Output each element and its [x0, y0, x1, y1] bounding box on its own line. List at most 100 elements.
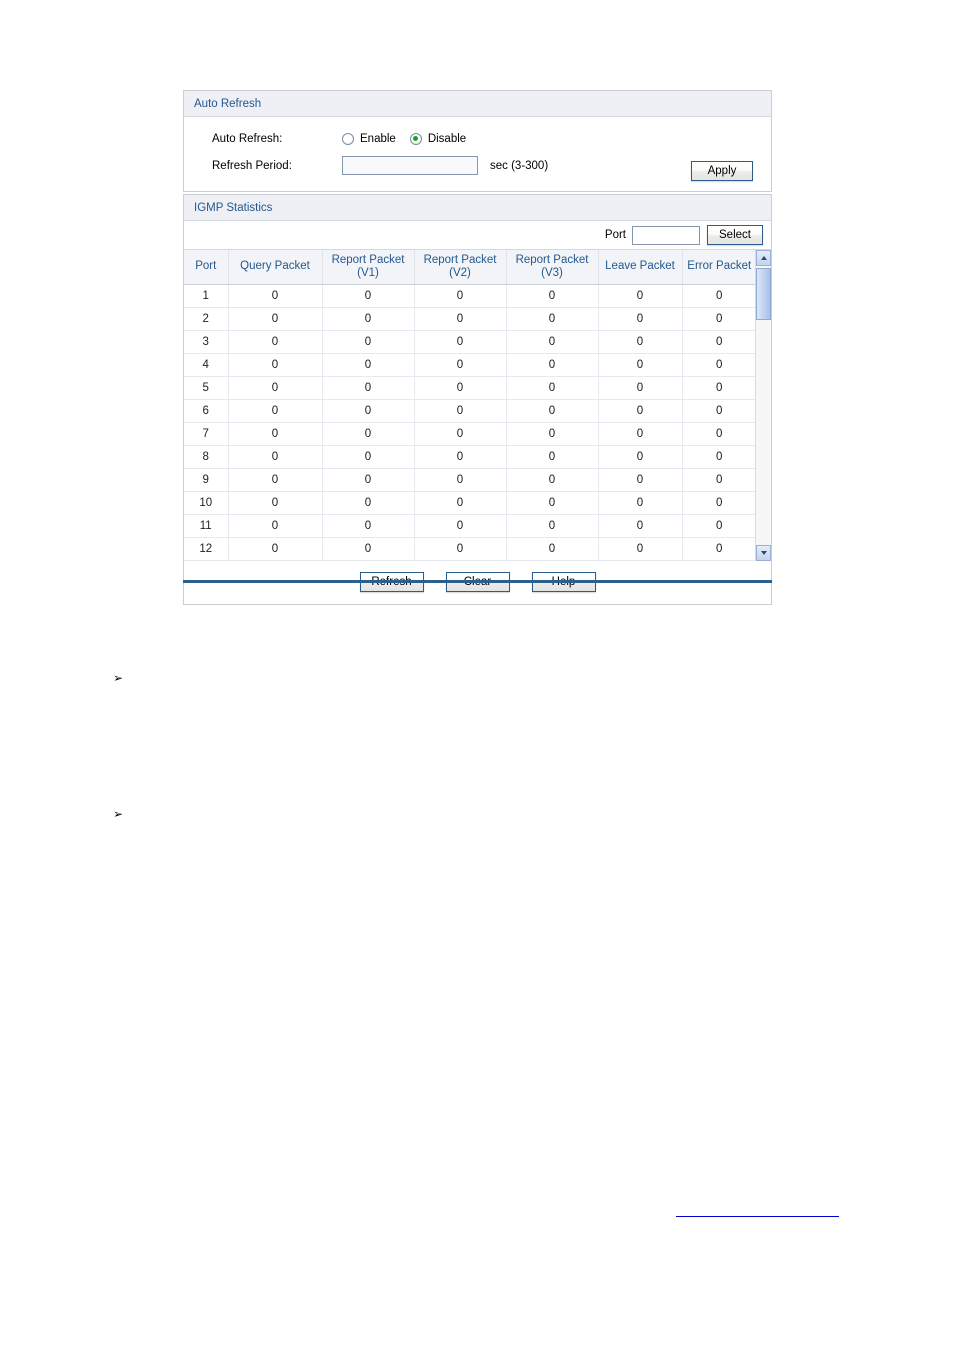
table-cell-port: 7: [184, 422, 229, 446]
port-filter-input[interactable]: [632, 225, 700, 245]
table-cell-value: 0: [414, 491, 507, 515]
table-cell-port: 3: [184, 330, 229, 354]
table-column-header: Report Packet (V1): [322, 250, 415, 285]
scroll-up-button[interactable]: [756, 250, 771, 266]
arrow-bullet-icon: ➢: [113, 671, 124, 685]
table-cell-port: 4: [184, 353, 229, 377]
arrow-bullet-icon: ➢: [113, 807, 124, 821]
table-cell-value: 0: [322, 514, 415, 538]
statistics-table-area: Port Query Packet Report Packet (V1) Report …: [184, 249, 771, 561]
table-cell-port: 12: [184, 537, 229, 561]
table-cell-value: 0: [598, 353, 683, 377]
igmp-statistics-panel: IGMP Statistics Port Select Port Query P…: [183, 194, 772, 605]
select-button[interactable]: Select: [707, 225, 763, 245]
table-cell-value: 0: [506, 353, 599, 377]
table-cell-value: 0: [598, 537, 683, 561]
radio-disable-label: Disable: [427, 132, 467, 145]
table-cell-value: 0: [506, 422, 599, 446]
bullet-item-2: ➢: [113, 806, 123, 822]
auto-refresh-form: Auto Refresh: Enable Disable Refresh Per…: [184, 117, 771, 191]
table-vertical-scrollbar[interactable]: [755, 250, 771, 561]
table-cell-value: 0: [598, 330, 683, 354]
refresh-period-label: Refresh Period:: [212, 159, 292, 172]
igmp-statistics-table: Port Query Packet Report Packet (V1) Report …: [184, 250, 755, 561]
table-cell-value: 0: [322, 353, 415, 377]
radio-disable[interactable]: Disable: [409, 132, 467, 145]
igmp-statistics-panel-title: IGMP Statistics: [184, 195, 771, 221]
table-cell-value: 0: [228, 445, 323, 469]
section-divider: [183, 580, 772, 583]
table-cell-port: 9: [184, 468, 229, 492]
table-row: 3000000: [184, 330, 755, 354]
radio-enable[interactable]: Enable: [342, 132, 396, 145]
table-cell-value: 0: [414, 445, 507, 469]
table-cell-value: 0: [322, 491, 415, 515]
table-cell-value: 0: [598, 422, 683, 446]
table-row: 12 0 0 0 0 0 0: [184, 537, 755, 561]
table-cell-value: 0: [682, 399, 755, 423]
table-cell-value: 0: [682, 330, 755, 354]
table-cell-value: 0: [682, 353, 755, 377]
radio-disable-circle-icon[interactable]: [409, 132, 422, 145]
table-cell-value: 0: [598, 445, 683, 469]
table-cell-value: 0: [414, 353, 507, 377]
table-cell-value: 0: [598, 399, 683, 423]
auto-refresh-row: Auto Refresh: Enable Disable: [184, 125, 771, 152]
table-column-header: Error Packet: [682, 250, 755, 285]
auto-refresh-panel-body: Auto Refresh: Enable Disable Refresh Per…: [184, 117, 771, 191]
table-cell-value: 0: [682, 376, 755, 400]
table-cell-value: 0: [682, 307, 755, 331]
table-cell-value: 0: [228, 376, 323, 400]
auto-refresh-panel: Auto Refresh Auto Refresh: Enable Disabl…: [183, 90, 772, 192]
table-cell-value: 0: [228, 399, 323, 423]
table-cell-value: 0: [322, 376, 415, 400]
refresh-period-input[interactable]: [342, 156, 478, 175]
statistics-table-viewport: Port Query Packet Report Packet (V1) Report …: [184, 250, 755, 561]
table-cell-value: 0: [598, 376, 683, 400]
table-head: Port Query Packet Report Packet (V1) Report …: [184, 250, 755, 285]
table-cell-value: 0: [228, 514, 323, 538]
scroll-down-button[interactable]: [756, 544, 771, 561]
auto-refresh-label: Auto Refresh:: [212, 132, 283, 145]
table-cell-value: 0: [228, 307, 323, 331]
table-row: 6000000: [184, 399, 755, 423]
table-cell-value: 0: [414, 468, 507, 492]
table-cell-value: 0: [228, 353, 323, 377]
table-row: 9000000: [184, 468, 755, 492]
table-cell-value: 0: [506, 376, 599, 400]
table-cell-value: 0: [414, 330, 507, 354]
table-cell-value: 0: [414, 284, 507, 308]
table-cell-value: 0: [506, 284, 599, 308]
table-cell-value: 0: [228, 422, 323, 446]
table-cell-value: 0: [506, 537, 599, 561]
refresh-period-unit: sec (3-300): [490, 159, 549, 172]
scrollbar-thumb[interactable]: [756, 268, 771, 320]
table-row: 11 0 0 0 0 0 0: [184, 514, 755, 538]
table-cell-value: 0: [506, 330, 599, 354]
table-cell-value: 0: [414, 307, 507, 331]
table-cell-value: 0: [598, 284, 683, 308]
table-cell-value: 0: [322, 399, 415, 423]
table-cell-value: 0: [414, 376, 507, 400]
table-cell-value: 0: [682, 491, 755, 515]
table-row: 8000000: [184, 445, 755, 469]
radio-enable-circle-icon[interactable]: [342, 132, 354, 145]
table-column-header: Query Packet: [228, 250, 323, 285]
table-row: 2000000: [184, 307, 755, 331]
table-row: 10 0 0 0 0 0 0: [184, 491, 755, 515]
table-cell-port: 2: [184, 307, 229, 331]
table-cell-port: 1: [184, 284, 229, 308]
table-cell-value: 0: [682, 422, 755, 446]
chevron-up-icon: [760, 256, 767, 260]
table-row: 4000000: [184, 353, 755, 377]
port-filter-toolbar: Port Select: [184, 221, 771, 249]
table-row: 1000000: [184, 284, 755, 308]
radio-enable-label: Enable: [360, 132, 396, 145]
table-cell-value: 0: [322, 445, 415, 469]
footer-hyperlink[interactable]: [676, 1203, 839, 1217]
table-cell-value: 0: [506, 399, 599, 423]
apply-button[interactable]: Apply: [691, 161, 753, 181]
table-cell-value: 0: [322, 468, 415, 492]
table-cell-value: 0: [322, 537, 415, 561]
table-row: 7000000: [184, 422, 755, 446]
